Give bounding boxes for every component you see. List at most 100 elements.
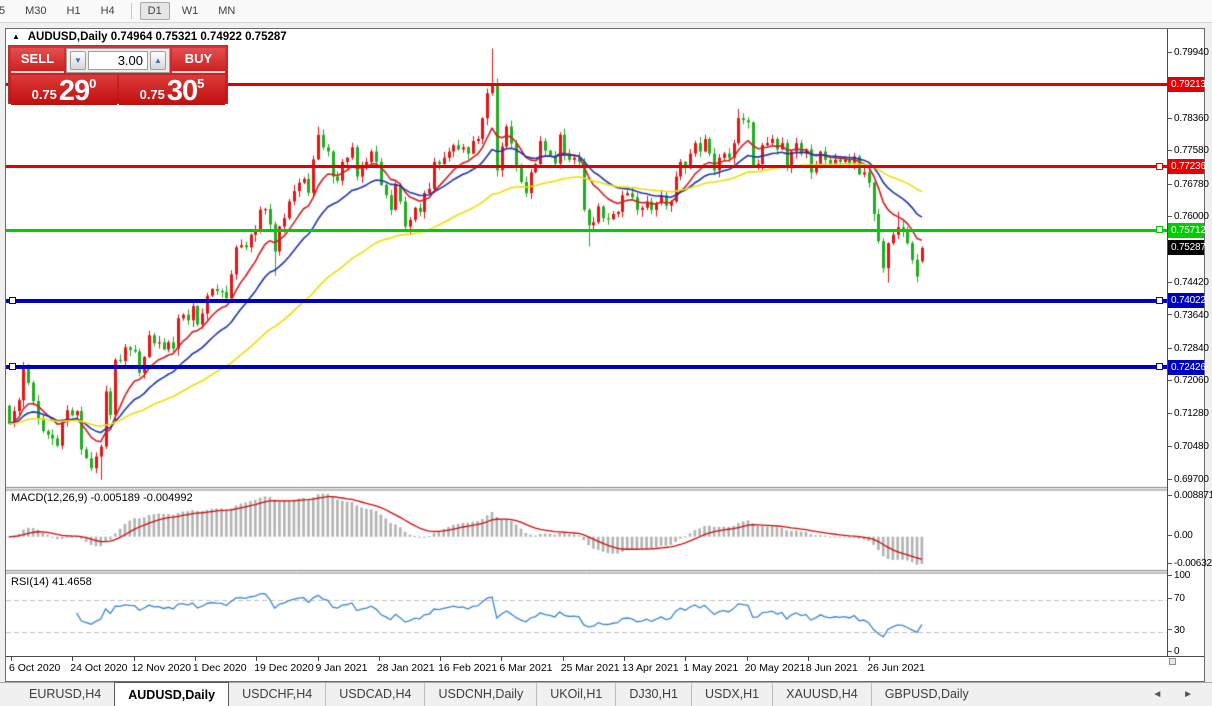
price-badge-0.72426: 0.72426 xyxy=(1168,359,1206,375)
line-anchor-marker[interactable] xyxy=(9,363,16,371)
price-axis-tick: 0.73640 xyxy=(1168,310,1209,324)
indicator-axis-tick: 0 xyxy=(1168,646,1180,660)
date-axis-tick xyxy=(624,657,625,661)
date-axis-label: 6 Mar 2021 xyxy=(499,662,553,674)
tab-usdcad-h4[interactable]: USDCAD,H4 xyxy=(325,683,424,706)
line-anchor-marker[interactable] xyxy=(1156,162,1163,170)
price-chart-canvas[interactable] xyxy=(6,29,1167,656)
rsi-indicator-label: RSI(14) 41.4658 xyxy=(11,576,92,588)
horizontal-line-0.75712[interactable] xyxy=(6,228,1167,232)
tab-dj30-h1[interactable]: DJ30,H1 xyxy=(615,683,691,706)
timeframe-button-h4[interactable]: H4 xyxy=(93,2,123,20)
date-axis-tick xyxy=(11,657,12,661)
panel-collapse-icon[interactable]: ▲ xyxy=(12,32,20,41)
timeframe-button-h1[interactable]: H1 xyxy=(59,2,89,20)
timeframe-button-5[interactable]: 5 xyxy=(0,2,13,20)
date-axis-tick xyxy=(72,657,74,661)
price-axis-tick: 0.71280 xyxy=(1168,408,1209,422)
line-anchor-marker[interactable] xyxy=(9,296,16,304)
date-axis-label: 24 Oct 2020 xyxy=(70,662,128,674)
horizontal-line-0.77236[interactable] xyxy=(6,165,1167,169)
indicator-axis-tick: 0.00 xyxy=(1168,530,1193,544)
tab-usdchf-h4[interactable]: USDCHF,H4 xyxy=(229,683,325,706)
price-axis-tick: 0.69700 xyxy=(1168,474,1209,488)
chart-window: ▲ AUDUSD,Daily 0.74964 0.75321 0.74922 0… xyxy=(5,28,1212,682)
timeframe-button-mn[interactable]: MN xyxy=(210,2,243,20)
sell-price-sup-digit: 0 xyxy=(89,76,97,91)
price-badge-0.79213: 0.79213 xyxy=(1168,76,1206,92)
buy-price-sup-digit: 5 xyxy=(197,76,205,91)
sell-button[interactable]: SELL xyxy=(11,48,64,73)
timeframe-button-d1[interactable]: D1 xyxy=(139,2,170,20)
buy-price-display[interactable]: 0.75 30 5 xyxy=(119,75,225,107)
tab-audusd-daily[interactable]: AUDUSD,Daily xyxy=(114,682,230,706)
date-axis-tick xyxy=(317,657,319,661)
date-axis-tick xyxy=(869,657,871,661)
trading-platform-screen: 5 M30 H1 H4 D1 W1 MN ▲ AUDUSD,Daily 0.74964 0.… xyxy=(0,0,1212,706)
buy-price-prefix: 0.75 xyxy=(139,87,165,102)
date-axis-tick xyxy=(501,657,503,661)
tab-ukoil-h1[interactable]: UKOil,H1 xyxy=(536,683,615,706)
sell-price-display[interactable]: 0.75 29 0 xyxy=(11,75,117,107)
chart-ohlc-values: 0.74964 0.75321 0.74922 0.75287 xyxy=(110,31,287,43)
line-anchor-marker[interactable] xyxy=(1156,363,1163,371)
buy-price-big-digits: 30 xyxy=(166,75,198,107)
date-axis-tick xyxy=(256,657,258,661)
timeframe-button-m30[interactable]: M30 xyxy=(17,2,54,20)
horizontal-line-0.74022[interactable] xyxy=(6,298,1167,303)
tab-gbpusd-daily[interactable]: GBPUSD,Daily xyxy=(870,683,982,706)
chart-title: ▲ AUDUSD,Daily 0.74964 0.75321 0.74922 0… xyxy=(12,31,287,43)
price-badge-0.77236: 0.77236 xyxy=(1168,159,1206,175)
indicator-axis-tick: 30 xyxy=(1168,625,1185,639)
price-badge-0.74022: 0.74022 xyxy=(1168,293,1206,309)
price-axis-tick: 0.70480 xyxy=(1168,441,1209,455)
tab-usdcnh-daily[interactable]: USDCNH,Daily xyxy=(424,683,536,706)
date-axis-tick xyxy=(133,657,135,661)
date-axis-tick xyxy=(746,657,748,661)
macd-indicator-label: MACD(12,26,9) -0.005189 -0.004992 xyxy=(11,492,193,504)
tab-scroll-right-icon[interactable]: ► xyxy=(1174,689,1202,700)
toolbar-separator xyxy=(130,3,132,19)
date-axis-label: 16 Feb 2021 xyxy=(438,662,498,674)
date-axis-label: 1 May 2021 xyxy=(683,662,739,674)
date-axis-tick xyxy=(378,657,380,661)
volume-decrease-button[interactable]: ▼ xyxy=(70,51,86,70)
price-axis-tick: 0.76780 xyxy=(1168,179,1209,193)
volume-input[interactable] xyxy=(88,51,148,70)
tab-scroll-arrows: ◄ ► xyxy=(1143,689,1212,700)
chart-symbol-label: AUDUSD,Daily xyxy=(27,31,108,43)
date-axis-label: 1 Dec 2020 xyxy=(192,662,247,674)
price-axis-tick: 0.78360 xyxy=(1168,113,1209,127)
tab-scroll-left-icon[interactable]: ◄ xyxy=(1143,689,1171,700)
date-axis-tick xyxy=(562,657,564,661)
volume-spinner: ▼ ▲ xyxy=(66,48,170,73)
date-axis-tick xyxy=(440,657,442,661)
one-click-trade-panel: SELL ▼ ▲ BUY 0.75 29 0 0.75 30 5 xyxy=(8,45,228,107)
price-badge-0.75712: 0.75712 xyxy=(1168,222,1206,238)
sell-price-big-digits: 29 xyxy=(58,75,90,107)
horizontal-line-0.72426[interactable] xyxy=(6,365,1167,370)
indicator-axis-tick: 100 xyxy=(1168,570,1190,584)
price-axis-tick: 0.72840 xyxy=(1168,343,1209,357)
volume-increase-button[interactable]: ▲ xyxy=(150,51,166,70)
chart-tabs-bar: EURUSD,H4 AUDUSD,Daily USDCHF,H4 USDCAD,H4 U… xyxy=(0,682,1212,706)
buy-button[interactable]: BUY xyxy=(172,48,225,73)
date-axis-label: 28 Jan 2021 xyxy=(376,662,435,674)
date-axis-tick xyxy=(807,657,809,661)
date-axis-label: 12 Nov 2020 xyxy=(131,662,192,674)
date-axis-label: 13 Apr 2021 xyxy=(622,662,679,674)
timeframe-button-w1[interactable]: W1 xyxy=(174,2,207,20)
line-anchor-marker[interactable] xyxy=(1156,296,1163,304)
line-anchor-marker[interactable] xyxy=(1156,226,1163,234)
indicator-axis-tick: 0.008871 xyxy=(1168,490,1212,504)
tab-eurusd-h4[interactable]: EURUSD,H4 xyxy=(16,683,114,706)
date-axis-label: 9 Jan 2021 xyxy=(315,662,368,674)
date-axis-label: 6 Oct 2020 xyxy=(9,662,61,674)
price-badge-0.75287: 0.75287 xyxy=(1168,240,1206,256)
indicator-axis-tick: 70 xyxy=(1168,593,1185,607)
tab-usdx-h1[interactable]: USDX,H1 xyxy=(690,683,772,706)
price-axis[interactable]: 0.79940 0.78360 0.77580 0.76780 0.76000 0.744… xyxy=(1167,29,1212,657)
date-axis[interactable]: 6 Oct 2020 24 Oct 2020 12 Nov 2020 1 Dec 20… xyxy=(6,656,1204,681)
tab-xauusd-h4[interactable]: XAUUSD,H4 xyxy=(772,683,871,706)
date-axis-label: 25 Mar 2021 xyxy=(560,662,620,674)
